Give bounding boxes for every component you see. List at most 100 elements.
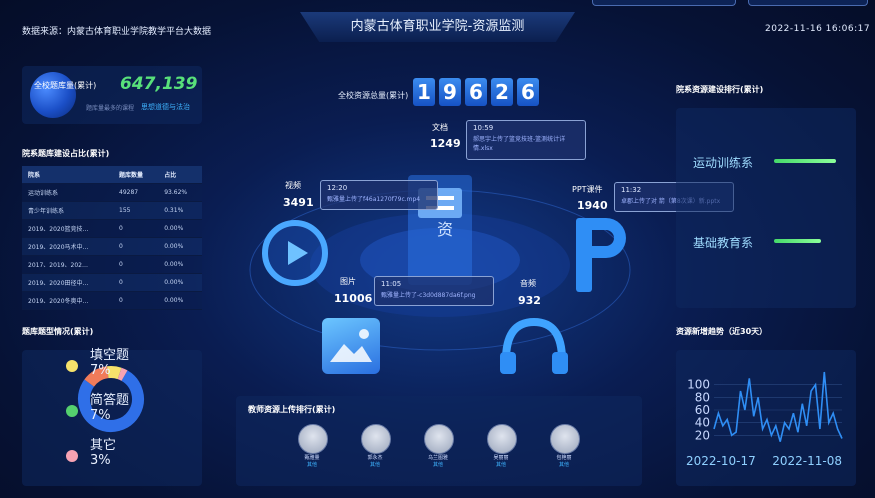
dept-table-title: 院系题库建设占比(累计) [22, 149, 110, 158]
dept-resource-bar [774, 159, 836, 163]
avatar [487, 424, 517, 454]
kpi-sub-course[interactable]: 思想道德与法治 [141, 102, 190, 112]
teacher-name: 吴丽丽 [493, 455, 509, 461]
dept-resource-name[interactable]: 运动训练系 [693, 154, 753, 171]
top-tab-left[interactable] [592, 0, 736, 6]
legend-short[interactable]: 简答题 7% [90, 393, 129, 423]
cell: 93.62% [158, 183, 202, 202]
doc-label: 文档 [432, 123, 448, 132]
cell: 0.00% [158, 219, 202, 238]
teacher-name: 包艳丽 [556, 455, 572, 461]
legend-name: 简答题 [90, 393, 130, 408]
table-row[interactable]: 2019、2020田径中… 0 0.00% [22, 273, 202, 292]
avatar [361, 424, 391, 454]
legend-pct: 7% [90, 363, 111, 378]
image-label: 图片 [340, 277, 356, 286]
kpi-label: 全校题库量(累计) [34, 81, 97, 90]
teacher-dept: 其他 [495, 462, 506, 468]
table-header-row: 院系 题库数量 占比 [22, 166, 202, 184]
kpi-sub-label: 题库量最多的课程 [86, 105, 135, 112]
cell: 155 [113, 201, 159, 220]
bubble-time: 12:20 [327, 184, 348, 192]
cell: 0 [113, 291, 159, 310]
cell: 运动训练系 [22, 183, 114, 202]
upload-bubble-image: 11:05 甄雅量上传了-c3d0d887da6f.png [374, 276, 494, 306]
cell: 2019、2020冬奥中… [22, 291, 114, 310]
legend-name: 其它 [90, 438, 117, 453]
cell: 0.00% [158, 291, 202, 310]
center-glyph: 资 [437, 220, 454, 239]
video-icon[interactable] [262, 220, 328, 286]
table-row[interactable]: 2019、2020马术中… 0 0.00% [22, 237, 202, 256]
trend-series-line [713, 371, 843, 442]
cell: 0.31% [158, 201, 202, 220]
teacher-name: 甄雅量 [304, 455, 320, 461]
cell: 2017、2019、202… [22, 255, 114, 274]
legend-dot-fill [66, 360, 78, 372]
col-header: 院系 [22, 166, 114, 184]
dept-resource-track [774, 239, 836, 243]
total-digit: 6 [517, 78, 539, 106]
image-icon[interactable] [322, 318, 380, 374]
cell: 0 [113, 219, 159, 238]
bubble-text: 郝思宇上传了篮竞技班-篮测统计详情.xlsx [473, 136, 566, 152]
kpi-value: 647,139 [120, 74, 198, 94]
cell: 青少年训练系 [22, 201, 114, 220]
teacher-item[interactable]: 包艳丽 其他 [544, 424, 584, 468]
upload-bubble-doc: 10:59 郝思宇上传了篮竞技班-篮测统计详情.xlsx [466, 120, 586, 160]
dept-resource-name[interactable]: 基础教育系 [693, 234, 753, 251]
y-tick-label: 100 [687, 378, 710, 392]
legend-dot-short [66, 405, 78, 417]
teacher-item[interactable]: 吴丽丽 其他 [481, 424, 521, 468]
table-row[interactable]: 2019、2020篮竞技… 0 0.00% [22, 219, 202, 238]
avatar [550, 424, 580, 454]
upload-bubble-video: 12:20 甄雅量上传了f46a1270f79c.mp4 [320, 180, 438, 210]
dept-resource-panel [676, 108, 856, 308]
ppt-label: PPT课件 [572, 185, 603, 194]
video-count: 3491 [283, 196, 314, 209]
audio-count: 932 [518, 294, 541, 307]
legend-fill[interactable]: 填空题 7% [90, 348, 129, 378]
datetime-text: 2022-11-16 16:06:17 [765, 24, 871, 34]
cell: 0 [113, 273, 159, 292]
teacher-dept: 其他 [369, 462, 380, 468]
data-source-text: 数据来源：内蒙古体育职业学院教学平台大数据 [22, 27, 212, 37]
play-icon [288, 241, 308, 265]
bubble-time: 11:05 [381, 280, 402, 288]
bubble-text: 甄雅量上传了f46a1270f79c.mp4 [327, 196, 421, 203]
table-row[interactable]: 青少年训练系 155 0.31% [22, 201, 202, 220]
cell: 0.00% [158, 255, 202, 274]
top-tab-right[interactable] [748, 0, 868, 6]
total-digit: 1 [413, 78, 435, 106]
dept-resource-track [774, 159, 836, 163]
teacher-name: 郭永杰 [367, 455, 383, 461]
y-tick-label: 20 [695, 428, 710, 442]
audio-icon[interactable] [496, 316, 572, 376]
trend-title: 资源新增趋势（近30天） [676, 327, 768, 336]
globe-icon [30, 72, 76, 118]
legend-other[interactable]: 其它 3% [90, 438, 116, 468]
table-row[interactable]: 2019、2020冬奥中… 0 0.00% [22, 291, 202, 310]
legend-name: 填空题 [90, 348, 130, 363]
qtype-title: 题库题型情况(累计) [22, 327, 94, 336]
teacher-dept: 其他 [306, 462, 317, 468]
y-tick-label: 40 [695, 416, 710, 430]
table-row[interactable]: 运动训练系 49287 93.62% [22, 183, 202, 202]
bubble-text: 甄雅量上传了-c3d0d887da6f.png [381, 292, 476, 299]
teacher-item[interactable]: 甄雅量 其他 [292, 424, 332, 468]
y-tick-label: 60 [695, 403, 710, 417]
cell: 2019、2020田径中… [22, 273, 114, 292]
table-row[interactable]: 2017、2019、202… 0 0.00% [22, 255, 202, 274]
image-count: 11006 [334, 292, 373, 305]
total-digit: 6 [465, 78, 487, 106]
dept-resource-bar [774, 239, 821, 243]
teacher-item[interactable]: 郭永杰 其他 [355, 424, 395, 468]
ppt-icon[interactable] [576, 218, 626, 292]
video-label: 视频 [285, 181, 301, 190]
cell: 49287 [113, 183, 159, 202]
cell: 0 [113, 255, 159, 274]
legend-dot-other [66, 450, 78, 462]
avatar [424, 424, 454, 454]
teacher-item[interactable]: 乌兰图雅 其他 [418, 424, 458, 468]
total-digit: 9 [439, 78, 461, 106]
